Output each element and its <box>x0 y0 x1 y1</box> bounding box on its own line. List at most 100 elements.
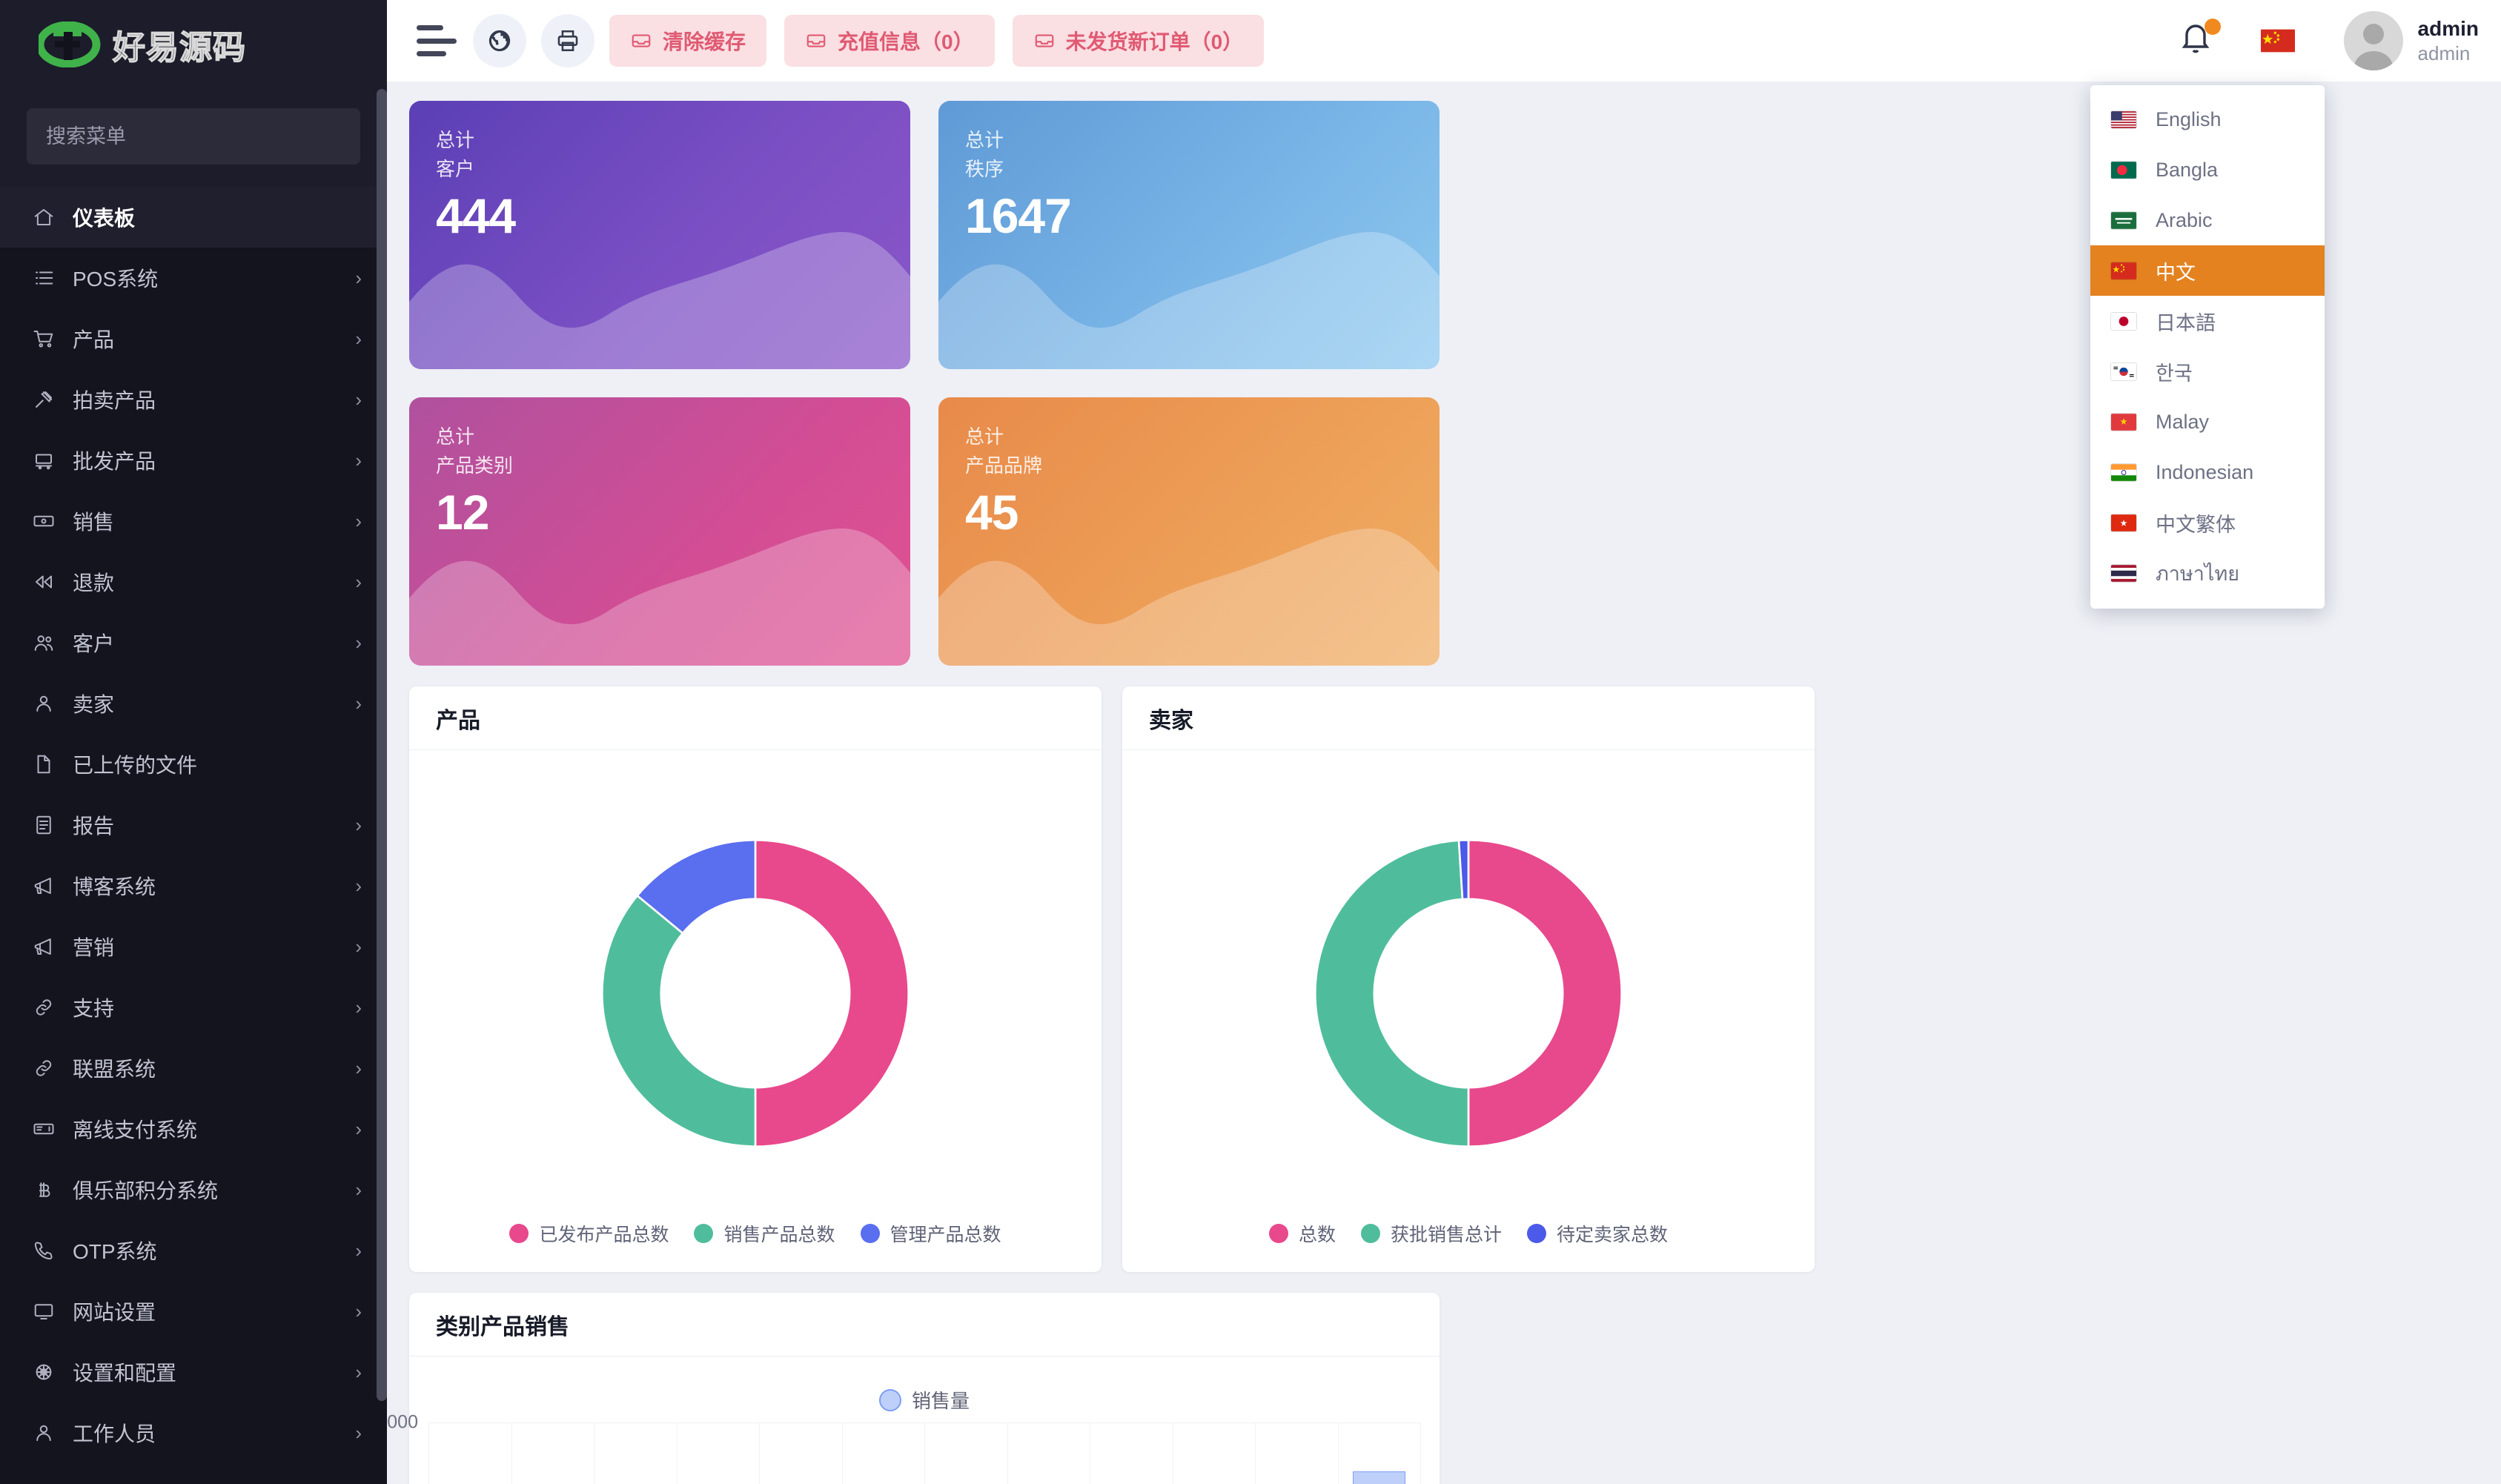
chevron-right-icon: › <box>355 1118 362 1140</box>
sidebar-item-19[interactable]: 设置和配置 › <box>0 1342 387 1402</box>
topbar-button-0[interactable]: 清除缓存 <box>609 15 767 67</box>
category-sales-plot: 01000200030004000500060007000儿小衣物男食健健女女文… <box>387 1412 1421 1484</box>
sidebar-item-1[interactable]: POS系统 › <box>0 248 387 308</box>
brand-logo[interactable]: 好易源码 <box>0 0 387 89</box>
stats-grid: 总计 客户 444 总计 秩序 1647 总计 产品类别 12 总计 产品品牌 45 <box>409 101 1440 666</box>
language-item-7[interactable]: Indonesian <box>2090 447 2325 497</box>
donut-slice-0[interactable] <box>754 838 910 1148</box>
product-legend-item-1[interactable]: 销售产品总数 <box>694 1220 835 1247</box>
language-item-8[interactable]: 中文繁体 <box>2090 497 2325 548</box>
sidebar-item-11[interactable]: 博客系统 › <box>0 855 387 916</box>
sidebar-item-label: 营销 <box>73 936 115 959</box>
stat-card-0[interactable]: 总计 客户 444 <box>409 101 910 369</box>
monitor-icon <box>31 1299 56 1324</box>
chevron-right-icon: › <box>355 1422 362 1444</box>
stat-card-2[interactable]: 总计 产品类别 12 <box>409 397 910 666</box>
sidebar-item-20[interactable]: 工作人员 › <box>0 1402 387 1463</box>
sidebar-item-13[interactable]: 支持 › <box>0 977 387 1038</box>
sidebar-item-6[interactable]: 退款 › <box>0 551 387 612</box>
topbar-button-2[interactable]: 未发货新订单（0） <box>1012 15 1265 67</box>
sidebar-item-0[interactable]: 仪表板 <box>0 187 387 248</box>
seller-legend-item-2[interactable]: 待定卖家总数 <box>1527 1220 1668 1247</box>
link-icon <box>31 1056 56 1081</box>
topbar-buttons: 清除缓存 充值信息（0） 未发货新订单（0） <box>609 15 1282 67</box>
product-legend-item-0[interactable]: 已发布产品总数 <box>509 1220 669 1247</box>
sidebar-item-label: 网站设置 <box>73 1301 156 1324</box>
seller-donut-card: 卖家 总数 获批销售总计 待定卖家总数 <box>1122 686 1815 1272</box>
sidebar-item-16[interactable]: 俱乐部积分系统 › <box>0 1159 387 1220</box>
sidebar-item-18[interactable]: 网站设置 › <box>0 1281 387 1342</box>
stat-card-top-label: 总计 <box>965 425 1004 448</box>
user-role: admin <box>2417 42 2471 65</box>
avatar[interactable] <box>2343 11 2403 70</box>
stat-card-top-label: 总计 <box>436 425 475 448</box>
category-sales-legend: 销售量 <box>428 1373 1420 1422</box>
sidebar-item-3[interactable]: 拍卖产品 › <box>0 369 387 430</box>
user-info[interactable]: admin admin <box>2418 16 2479 66</box>
brand-name: 好易源码 <box>112 29 246 67</box>
sidebar-item-8[interactable]: 卖家 › <box>0 673 387 734</box>
language-dropdown[interactable]: English Bangla Arabic 中文日本語 한국 Malay Indonesia… <box>2090 85 2325 609</box>
legend-label: 管理产品总数 <box>890 1225 1001 1245</box>
sidebar-item-12[interactable]: 营销 › <box>0 916 387 977</box>
sidebar-item-2[interactable]: 产品 › <box>0 308 387 369</box>
search-input[interactable] <box>27 108 360 165</box>
stat-card-1[interactable]: 总计 秩序 1647 <box>938 101 1440 369</box>
chevron-right-icon: › <box>355 1361 362 1383</box>
topbar-button-1[interactable]: 充值信息（0） <box>784 15 995 67</box>
user-icon <box>31 1420 56 1445</box>
chevron-right-icon: › <box>355 388 362 411</box>
home-icon <box>31 205 56 230</box>
sidebar-item-label: 拍卖产品 <box>73 389 156 412</box>
sidebar-item-label: 离线支付系统 <box>73 1119 198 1142</box>
sidebar-item-17[interactable]: OTP系统 › <box>0 1220 387 1281</box>
bell-icon[interactable] <box>2178 19 2221 62</box>
print-icon[interactable] <box>541 14 594 67</box>
language-item-5[interactable]: 한국 <box>2090 346 2325 397</box>
donut-column: 产品 已发布产品总数 销售产品总数 管理产品总数 卖家 总数 获批销售总计 待定… <box>409 686 1815 1272</box>
language-item-4[interactable]: 日本語 <box>2090 296 2325 346</box>
chevron-right-icon: › <box>355 267 362 289</box>
bar-11[interactable] <box>1352 1471 1405 1484</box>
donut-slice-1[interactable] <box>600 894 757 1148</box>
product-legend-item-2[interactable]: 管理产品总数 <box>860 1220 1001 1247</box>
sidebar-scrollbar[interactable] <box>377 89 387 1401</box>
sidebar-item-15[interactable]: 离线支付系统 › <box>0 1099 387 1159</box>
sidebar-item-5[interactable]: 销售 › <box>0 491 387 551</box>
donut-slice-1[interactable] <box>1314 839 1470 1148</box>
money-icon <box>31 509 56 534</box>
donut-slice-0[interactable] <box>1467 838 1623 1148</box>
user-icon <box>31 691 56 716</box>
sidebar-item-4[interactable]: 批发产品 › <box>0 430 387 491</box>
seller-legend-item-1[interactable]: 获批销售总计 <box>1360 1220 1502 1247</box>
stats-column: 总计 客户 444 总计 秩序 1647 总计 产品类别 12 总计 产品品牌 45 <box>409 101 1440 666</box>
sidebar-item-9[interactable]: 已上传的文件 <box>0 734 387 795</box>
bd-flag-icon <box>2111 161 2136 179</box>
us-flag-icon <box>2111 110 2136 128</box>
globe-icon[interactable] <box>473 14 526 67</box>
sidebar-item-10[interactable]: 报告 › <box>0 795 387 855</box>
hamburger-icon[interactable] <box>417 25 457 56</box>
link-icon <box>31 995 56 1020</box>
language-item-9[interactable]: ภาษาไทย <box>2090 548 2325 598</box>
language-item-label: 日本語 <box>2156 311 2216 334</box>
sidebar-item-7[interactable]: 客户 › <box>0 612 387 673</box>
language-item-3[interactable]: 中文 <box>2090 245 2325 296</box>
language-item-2[interactable]: Arabic <box>2090 195 2325 245</box>
language-item-1[interactable]: Bangla <box>2090 145 2325 195</box>
sidebar-item-14[interactable]: 联盟系统 › <box>0 1038 387 1099</box>
category-sales-card: 类别产品销售 销售量 01000200030004000500060007000… <box>387 1293 1440 1484</box>
sidebar-item-label: OTP系统 <box>73 1240 157 1263</box>
china-flag-icon[interactable] <box>2260 29 2295 53</box>
language-item-label: Arabic <box>2156 208 2213 231</box>
chevron-right-icon: › <box>355 328 362 350</box>
legend-label: 获批销售总计 <box>1390 1225 1502 1245</box>
chevron-right-icon: › <box>355 1239 362 1262</box>
seller-legend-item-0[interactable]: 总数 <box>1268 1220 1336 1247</box>
language-item-0[interactable]: English <box>2090 94 2325 145</box>
legend-label: 总数 <box>1298 1225 1336 1245</box>
language-item-6[interactable]: Malay <box>2090 397 2325 447</box>
legend-swatch <box>1268 1224 1288 1243</box>
language-item-label: 中文繁体 <box>2156 513 2236 536</box>
stat-card-3[interactable]: 总计 产品品牌 45 <box>938 397 1440 666</box>
